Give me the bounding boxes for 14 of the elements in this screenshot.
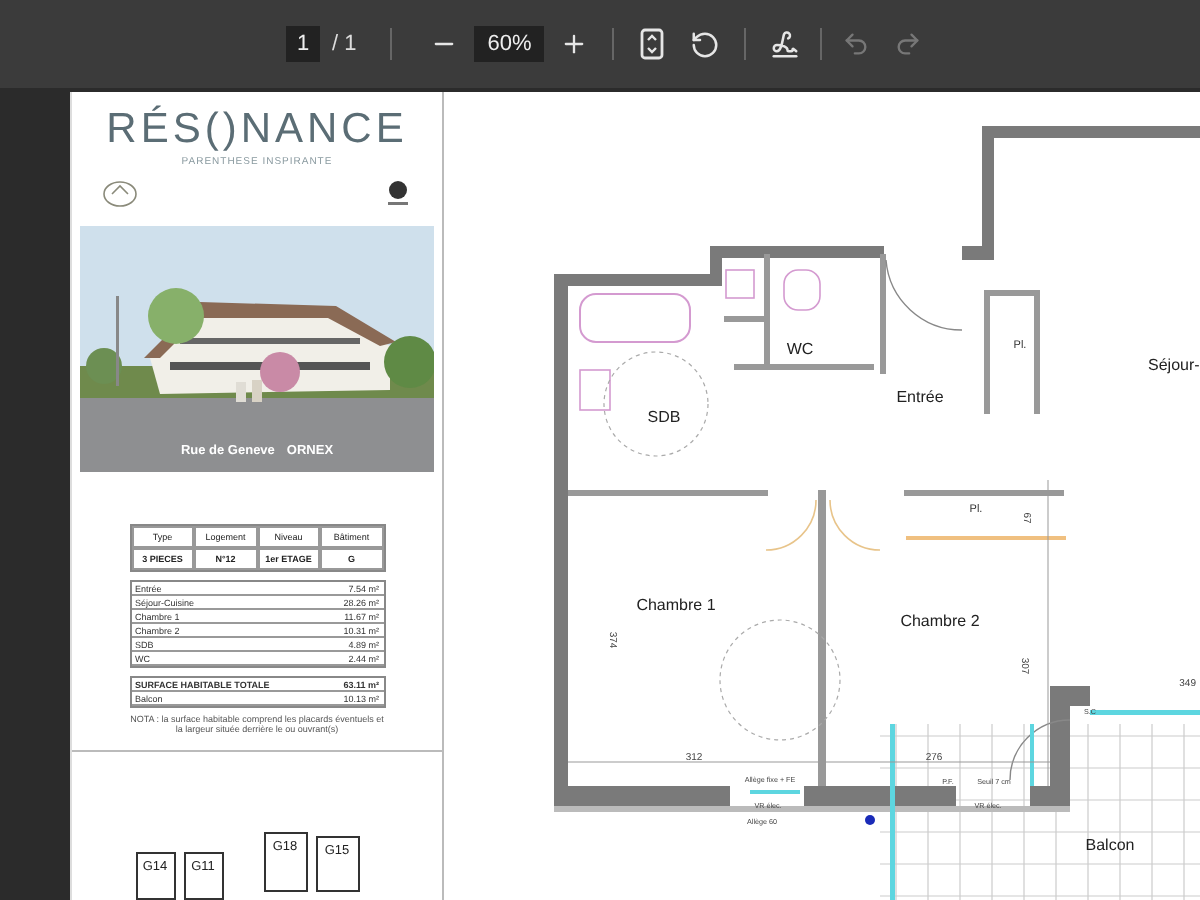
- emblem-logo-icon: [386, 180, 410, 208]
- plan-label: Chambre 2: [900, 612, 980, 630]
- page-total: / 1: [332, 32, 357, 56]
- plan-label: SDB: [647, 408, 681, 426]
- page-number-field[interactable]: 1: [286, 26, 320, 62]
- plan-label: Entrée: [896, 388, 944, 406]
- plan-label: Chambre 1: [636, 596, 716, 614]
- brand-title: RÉS()NANCE: [106, 108, 408, 152]
- plan-label: Séjour-: [1148, 356, 1200, 374]
- zoom-field[interactable]: 60%: [474, 26, 545, 62]
- plus-icon: [560, 30, 589, 58]
- house-logo-icon: [102, 180, 138, 208]
- plan-label: WC: [786, 340, 814, 358]
- plan-label: Balcon: [1085, 836, 1135, 854]
